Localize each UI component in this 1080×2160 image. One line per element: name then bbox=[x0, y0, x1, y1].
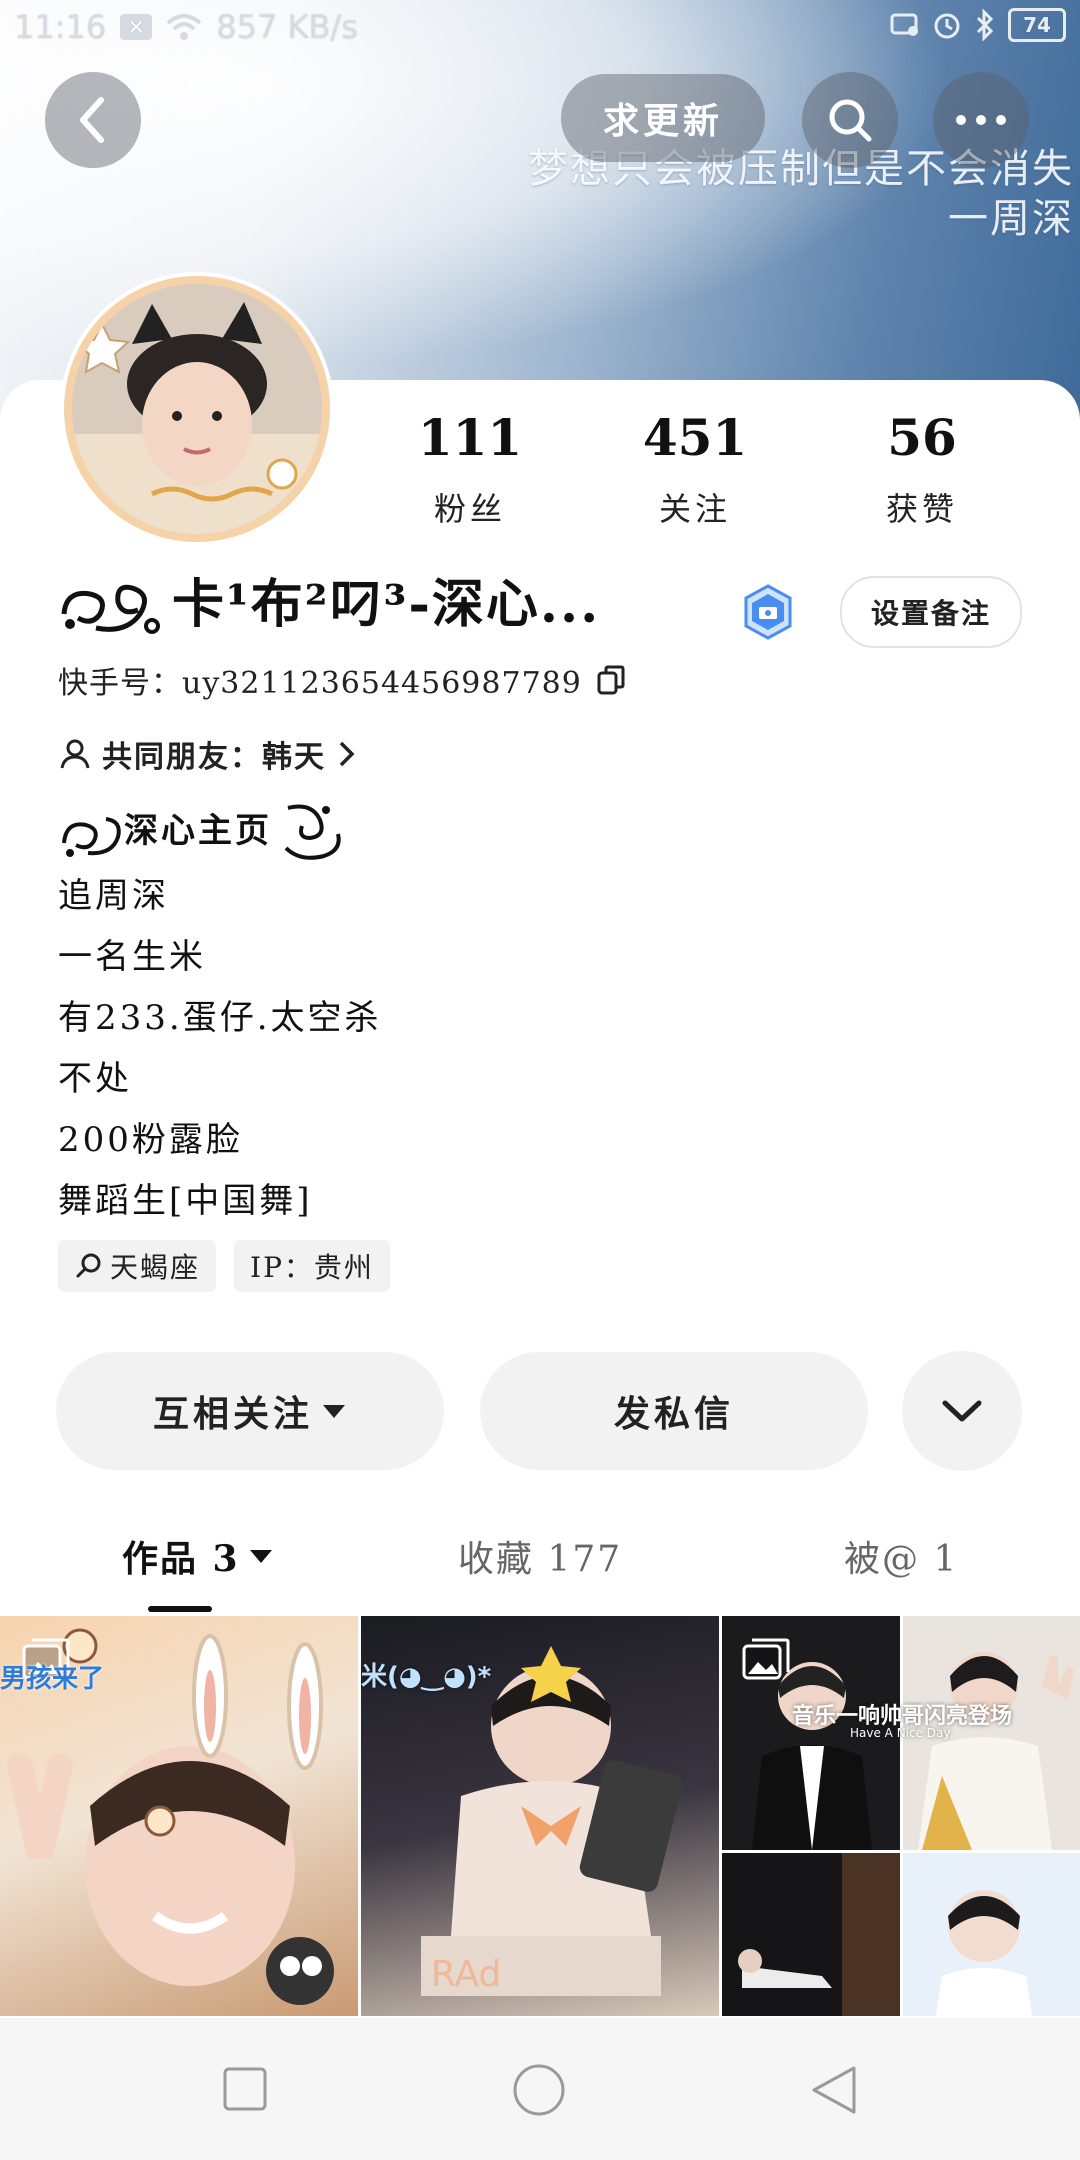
more-icon bbox=[956, 115, 1006, 125]
more-button[interactable] bbox=[933, 72, 1029, 168]
active-tab-indicator bbox=[148, 1606, 212, 1612]
notification-icon: ✕ bbox=[120, 14, 153, 40]
back-nav-icon[interactable] bbox=[808, 2064, 860, 2116]
swirl-right-icon bbox=[284, 804, 341, 860]
swirl-left-icon bbox=[62, 817, 121, 857]
stat-followers-value: 111 bbox=[417, 408, 523, 467]
search-tag-icon bbox=[76, 1253, 101, 1278]
stat-following-label: 关注 bbox=[658, 490, 731, 528]
bio-line: 有233.蛋仔.太空杀 bbox=[58, 998, 382, 1038]
set-remark-label: 设置备注 bbox=[870, 597, 991, 630]
video-tile[interactable]: 音乐一响帅哥闪亮登场 Have A Nice Day bbox=[722, 1616, 1080, 2016]
avatar-image bbox=[72, 284, 322, 534]
tab-favorites-label: 收藏 177 bbox=[458, 1539, 623, 1580]
bluetooth-icon bbox=[976, 9, 994, 41]
back-button[interactable] bbox=[45, 72, 141, 168]
profile-name: 卡¹布²叼³-深心... bbox=[172, 574, 601, 635]
back-icon bbox=[80, 97, 104, 143]
bio-line: 不处 bbox=[58, 1059, 132, 1099]
tab-mentions-label: 被@ 1 bbox=[844, 1539, 959, 1580]
send-message-button[interactable]: 发私信 bbox=[480, 1352, 868, 1470]
header-quote-line2: 一周深 bbox=[948, 196, 1074, 242]
caret-down-icon bbox=[249, 1550, 272, 1563]
tab-favorites[interactable]: 收藏 177 bbox=[458, 1530, 622, 1582]
request-update-button[interactable]: 求更新 bbox=[561, 74, 765, 162]
tab-works[interactable]: 作品 3 bbox=[122, 1530, 274, 1582]
tag-ip-label: IP：贵州 bbox=[250, 1251, 374, 1284]
send-message-label: 发私信 bbox=[613, 1393, 734, 1435]
mutual-follow-button[interactable]: 互相关注 bbox=[56, 1352, 444, 1470]
avatar[interactable] bbox=[64, 276, 330, 542]
status-time: 11:16 bbox=[14, 8, 107, 46]
stat-followers[interactable]: 111 粉丝 bbox=[360, 406, 580, 530]
home-icon[interactable] bbox=[512, 2063, 566, 2117]
message-status-icon bbox=[890, 13, 918, 36]
tab-works-label: 作品 3 bbox=[122, 1538, 240, 1580]
mutual-friends-text: 共同朋友：韩天 bbox=[102, 740, 326, 775]
wifi-icon bbox=[166, 14, 202, 40]
video-tile[interactable]: 男孩来了 bbox=[0, 1616, 358, 2016]
svg-text:RAd: RAd bbox=[431, 1954, 501, 1995]
chevron-down-icon bbox=[942, 1400, 982, 1422]
stat-likes-label: 获赞 bbox=[885, 490, 958, 528]
profile-tags: 天蝎座 IP：贵州 bbox=[58, 1240, 390, 1292]
stat-following[interactable]: 451 关注 bbox=[585, 406, 805, 530]
status-bar: 11:16 ✕ 857 KB/s 74 bbox=[0, 0, 1080, 56]
tile-subcaption: Have A Nice Day bbox=[850, 1726, 951, 1740]
tile-caption: 男孩来了 bbox=[0, 1664, 105, 1694]
alarm-icon bbox=[934, 13, 960, 39]
tag-zodiac[interactable]: 天蝎座 bbox=[58, 1240, 217, 1292]
network-speed: 857 KB/s bbox=[216, 8, 358, 46]
kuaishou-id-text: 快手号：uy3211236544569877​89 bbox=[58, 666, 582, 701]
search-button[interactable] bbox=[802, 72, 898, 168]
video-tile[interactable]: RAd 米(◕‿◕)* bbox=[361, 1616, 719, 2016]
chevron-right-icon bbox=[339, 741, 355, 767]
bio-line: 200粉露脸 bbox=[58, 1120, 243, 1160]
tile-caption: 米(◕‿◕)* bbox=[361, 1662, 492, 1692]
bio-header: 深心主页 bbox=[124, 810, 272, 851]
bio-line: 追周深 bbox=[58, 876, 169, 916]
stat-followers-label: 粉丝 bbox=[433, 490, 506, 528]
bio-header-row: 深心主页 bbox=[58, 796, 382, 866]
tag-zodiac-label: 天蝎座 bbox=[110, 1251, 201, 1284]
recent-apps-icon[interactable] bbox=[222, 2066, 268, 2112]
bio-line: 舞蹈生[中国舞] bbox=[58, 1181, 313, 1221]
system-navigation-bar bbox=[0, 2018, 1080, 2160]
mutual-friends-link[interactable]: 共同朋友：韩天 bbox=[58, 732, 358, 776]
stat-following-value: 451 bbox=[642, 408, 748, 467]
mutual-follow-label: 互相关注 bbox=[152, 1393, 313, 1435]
battery-indicator: 74 bbox=[1008, 8, 1066, 42]
profile-page: 梦想只会被压制但是不会消失 一周深 11:16 ✕ 857 KB/s 74 求更… bbox=[0, 0, 1080, 2160]
search-icon bbox=[829, 99, 872, 142]
stat-likes[interactable]: 56 获赞 bbox=[812, 406, 1032, 530]
kuaishou-id-row: 快手号：uy3211236544569877​89 bbox=[58, 658, 626, 702]
verified-badge-icon bbox=[744, 584, 792, 640]
tab-mentions[interactable]: 被@ 1 bbox=[844, 1530, 958, 1582]
profile-name-row: 卡¹布²叼³-深心... bbox=[56, 570, 600, 640]
profile-bio: 深心主页 追周深 一名生米 有233.蛋仔.太空杀 不处 200粉露脸 舞蹈生[… bbox=[58, 796, 382, 1232]
expand-recommend-button[interactable] bbox=[902, 1351, 1022, 1471]
person-icon bbox=[60, 739, 90, 769]
set-remark-button[interactable]: 设置备注 bbox=[840, 576, 1022, 648]
tag-ip-location[interactable]: IP：贵州 bbox=[234, 1240, 390, 1292]
copy-icon[interactable] bbox=[596, 664, 626, 696]
request-update-label: 求更新 bbox=[602, 100, 723, 142]
caret-down-icon bbox=[323, 1405, 345, 1418]
stat-likes-value: 56 bbox=[887, 408, 957, 467]
bio-line: 一名生米 bbox=[58, 937, 206, 977]
image-icon bbox=[742, 1638, 790, 1680]
swirl-decoration-icon bbox=[61, 584, 160, 634]
